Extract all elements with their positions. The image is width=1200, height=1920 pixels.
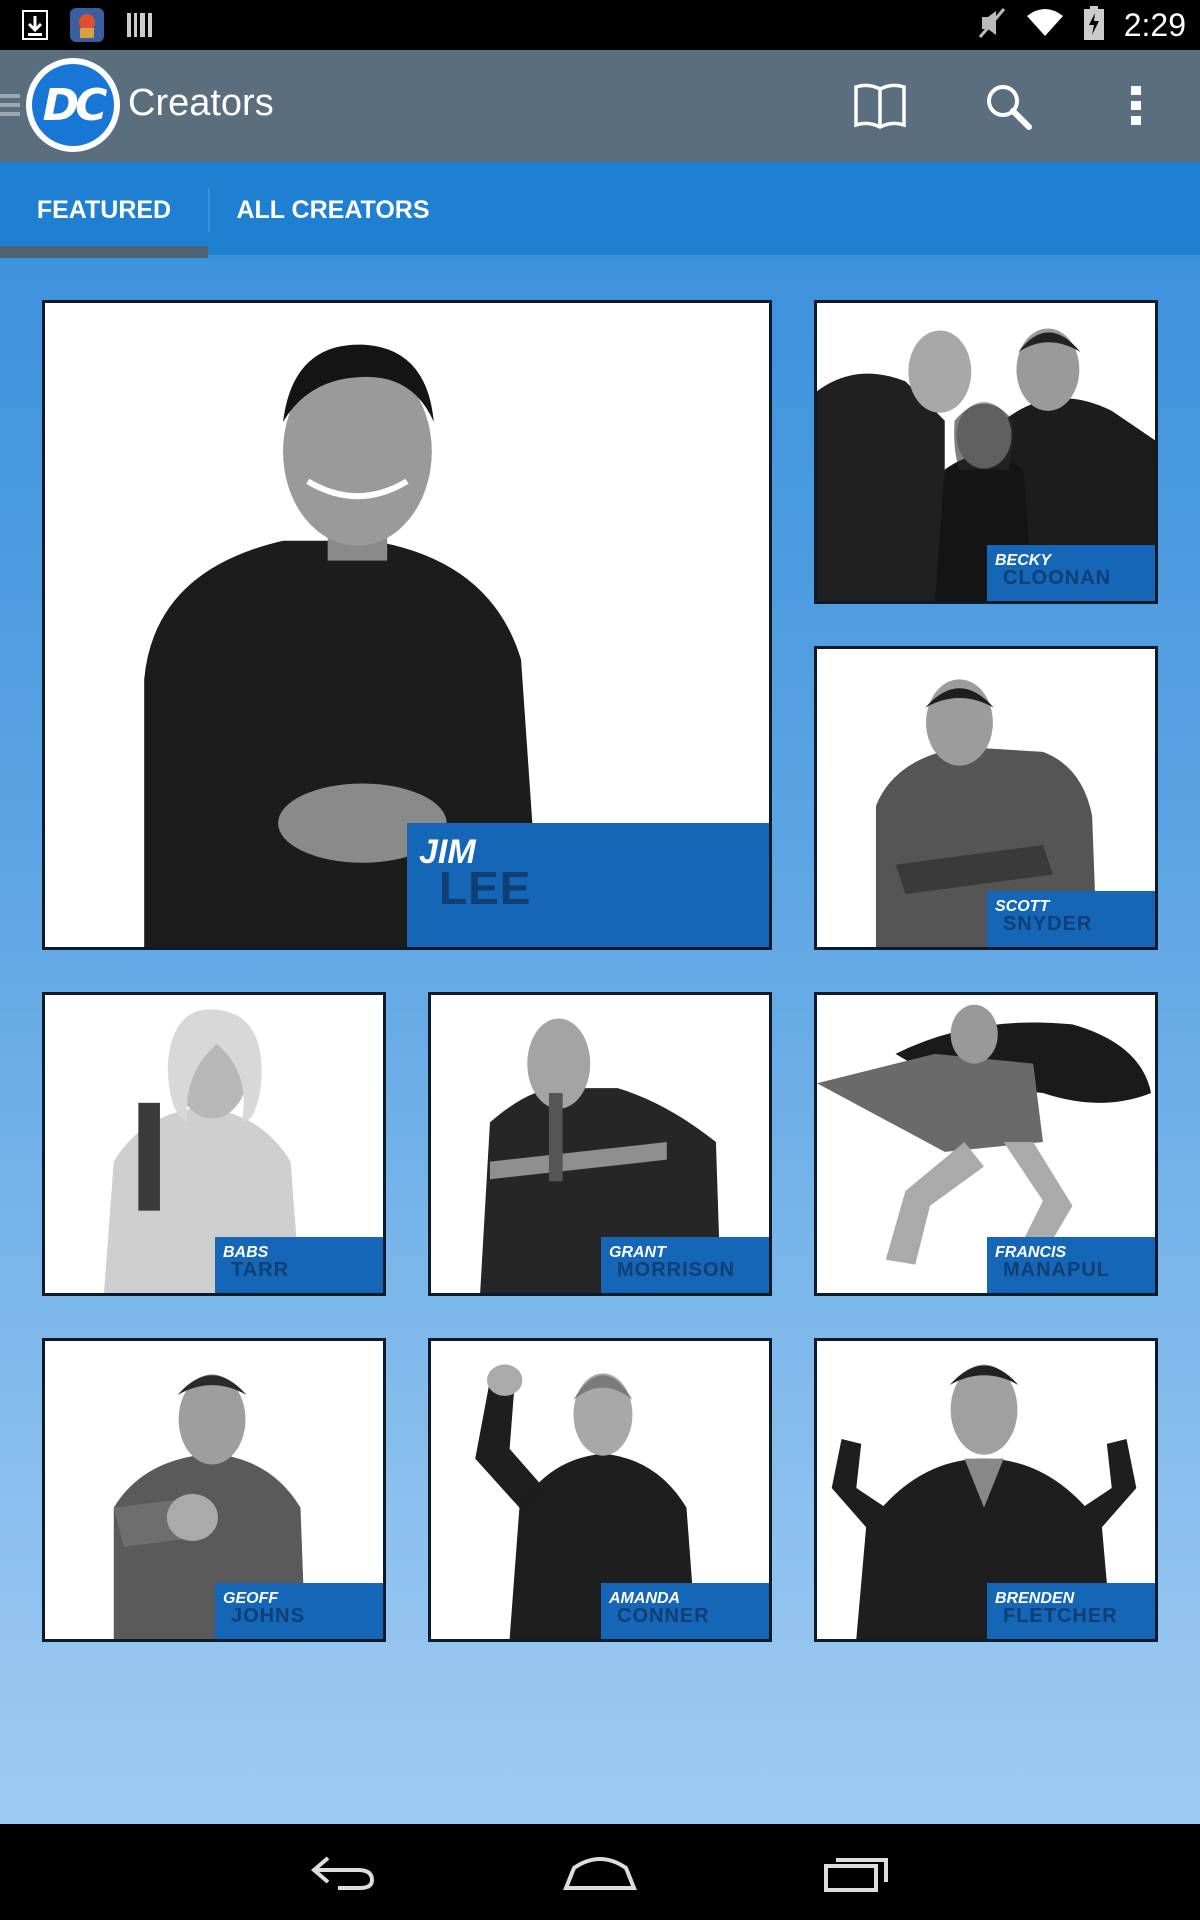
creators-grid: JIM LEE BECKY CLOONAN SCOTT SNYDER BABS …: [0, 258, 1200, 1824]
search-icon[interactable]: [978, 78, 1038, 134]
creator-last-name: LEE: [439, 862, 532, 914]
dc-logo[interactable]: DC: [26, 58, 120, 152]
creator-last-name: FLETCHER: [1003, 1605, 1118, 1627]
creator-card-grant-morrison[interactable]: GRANT MORRISON: [428, 992, 772, 1296]
app-notification-icon: [70, 8, 104, 47]
tab-all-creators[interactable]: ALL CREATORS: [208, 162, 458, 258]
creator-last-name: JOHNS: [231, 1605, 305, 1627]
creator-card-babs-tarr[interactable]: BABS TARR: [42, 992, 386, 1296]
creator-card-amanda-conner[interactable]: AMANDA CONNER: [428, 1338, 772, 1642]
recents-icon[interactable]: [817, 1842, 897, 1902]
creator-name-tag: GRANT MORRISON: [601, 1237, 769, 1293]
creator-last-name: MANAPUL: [1003, 1259, 1110, 1281]
creator-name-tag: BECKY CLOONAN: [987, 545, 1155, 601]
wifi-icon: [1026, 8, 1064, 43]
creator-name-tag: BABS TARR: [215, 1237, 383, 1293]
back-icon[interactable]: [303, 1842, 383, 1902]
dc-logo-text: DC: [32, 64, 114, 146]
creator-last-name: SNYDER: [1003, 913, 1093, 935]
tab-bar: FEATURED ALL CREATORS: [0, 162, 1200, 258]
creator-last-name: MORRISON: [617, 1259, 735, 1281]
drawer-menu-icon[interactable]: [0, 94, 22, 122]
barcode-icon: [126, 11, 154, 44]
creator-name-tag: BRENDEN FLETCHER: [987, 1583, 1155, 1639]
creator-name-tag: SCOTT SNYDER: [987, 891, 1155, 947]
home-icon[interactable]: [560, 1842, 640, 1902]
app-bar: DC Creators: [0, 50, 1200, 162]
creator-card-becky-cloonan[interactable]: BECKY CLOONAN: [814, 300, 1158, 604]
creator-name-tag: FRANCIS MANAPUL: [987, 1237, 1155, 1293]
creator-card-geoff-johns[interactable]: GEOFF JOHNS: [42, 1338, 386, 1642]
creator-card-francis-manapul[interactable]: FRANCIS MANAPUL: [814, 992, 1158, 1296]
status-bar: 2:29: [0, 0, 1200, 50]
tab-selected-indicator: [0, 246, 208, 258]
tab-featured[interactable]: FEATURED: [0, 162, 208, 258]
creator-last-name: CLOONAN: [1003, 567, 1112, 589]
creator-last-name: TARR: [231, 1259, 290, 1281]
book-icon[interactable]: [850, 78, 910, 134]
creator-name-tag: JIM LEE: [407, 823, 769, 947]
creator-card-brenden-fletcher[interactable]: BRENDEN FLETCHER: [814, 1338, 1158, 1642]
page-title: Creators: [128, 82, 274, 124]
download-icon: [22, 10, 48, 45]
battery-charging-icon: [1083, 5, 1104, 45]
creator-name-tag: GEOFF JOHNS: [215, 1583, 383, 1639]
mute-icon: [978, 7, 1006, 44]
status-time: 2:29: [1123, 6, 1186, 43]
creator-card-jim-lee[interactable]: JIM LEE: [42, 300, 772, 950]
creator-last-name: CONNER: [617, 1605, 710, 1627]
overflow-menu-icon[interactable]: [1106, 78, 1166, 134]
creator-name-tag: AMANDA CONNER: [601, 1583, 769, 1639]
navigation-bar: [0, 1824, 1200, 1920]
creator-card-scott-snyder[interactable]: SCOTT SNYDER: [814, 646, 1158, 950]
